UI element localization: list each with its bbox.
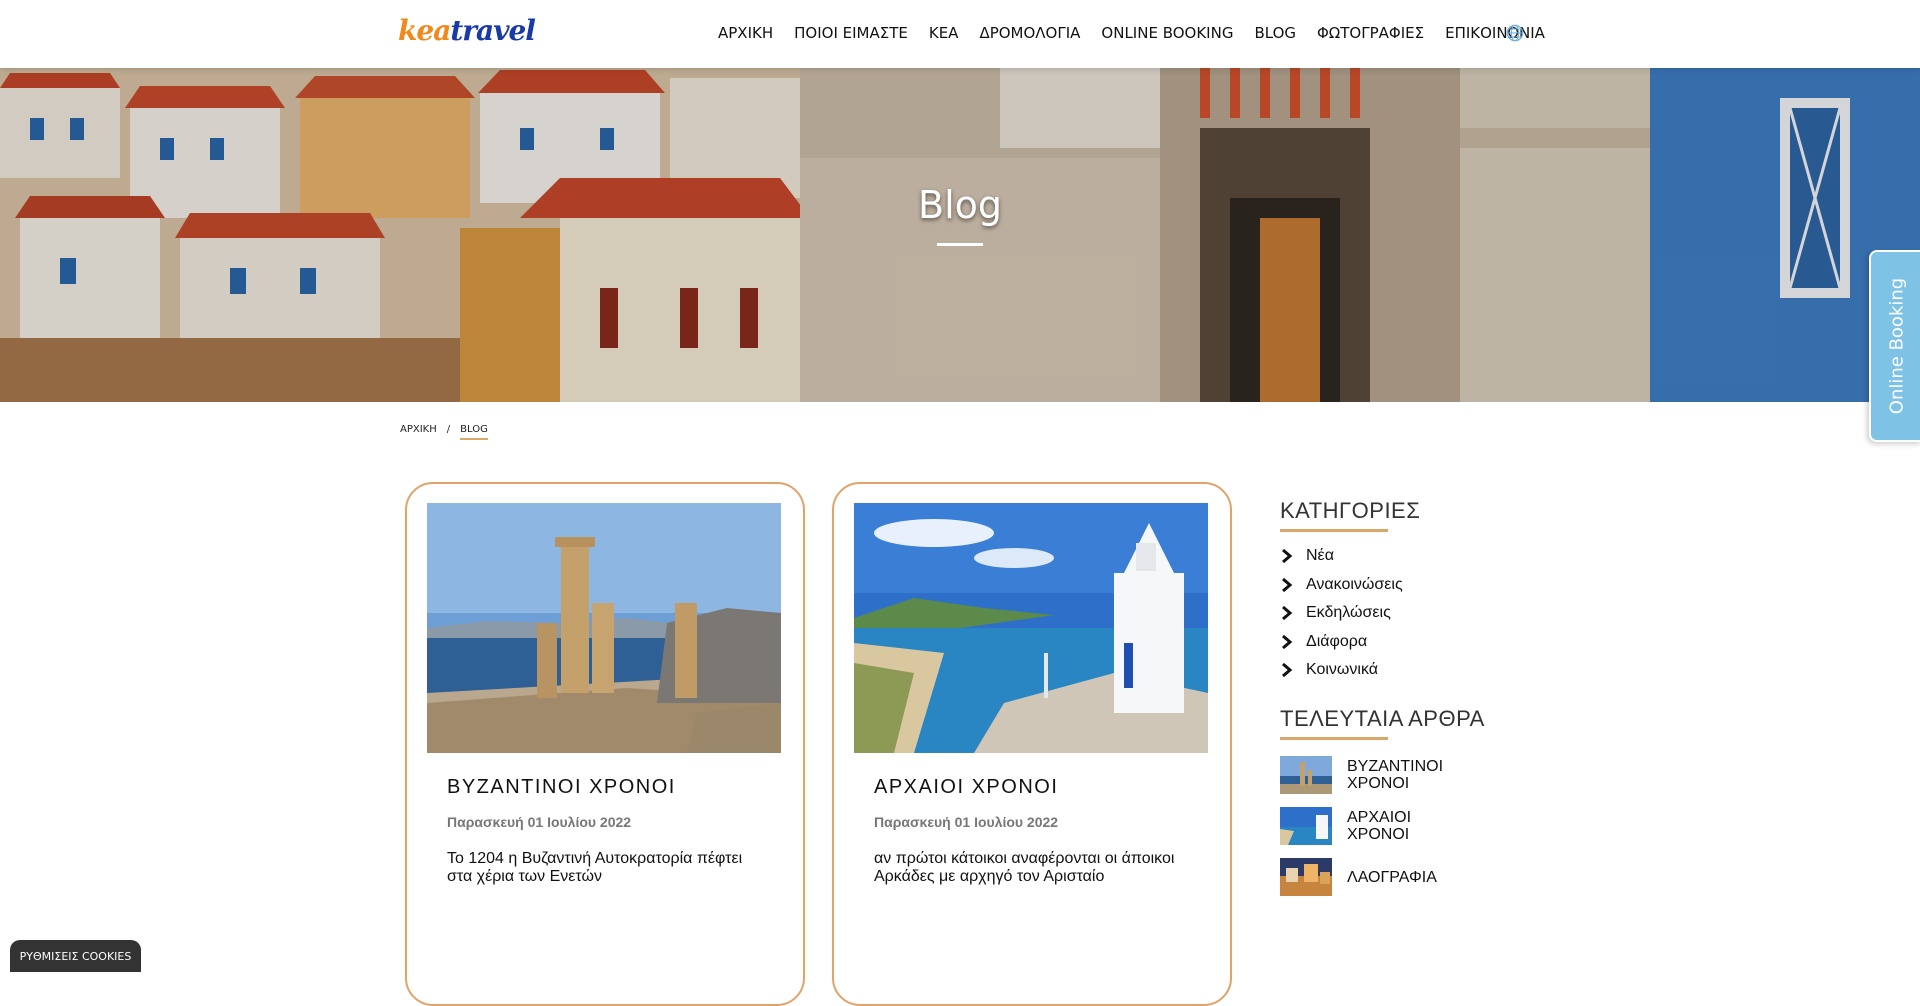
blog-card-excerpt: Το 1204 η Βυζαντινή Αυτοκρατορία πέφτει … bbox=[447, 850, 743, 885]
recent-article-thumbnail[interactable] bbox=[1280, 858, 1332, 896]
logo-travel: travel bbox=[450, 14, 536, 47]
category-label: Κοινωνικά bbox=[1306, 661, 1379, 678]
nav-item-blog[interactable]: BLOG bbox=[1254, 24, 1296, 42]
recent-article-item[interactable]: ΑΡΧΑΙΟΙ ΧΡΟΝΟΙ bbox=[1280, 807, 1477, 845]
nav-item-home[interactable]: ΑΡΧΙΚΗ bbox=[718, 24, 773, 42]
recent-articles-heading-underline bbox=[1280, 737, 1388, 740]
recent-article-title[interactable]: ΛΑΟΓΡΑΦΙΑ bbox=[1347, 869, 1477, 886]
category-item[interactable]: Εκδηλώσεις bbox=[1280, 604, 1391, 622]
recent-article-thumbnail[interactable] bbox=[1280, 807, 1332, 845]
breadcrumb: ΑΡΧΙΚΗ / BLOG bbox=[400, 424, 488, 440]
main-nav: ΑΡΧΙΚΗ ΠΟΙΟΙ ΕΙΜΑΣΤΕ ΚΕΑ ΔΡΟΜΟΛΟΓΙΑ ONLI… bbox=[718, 24, 1566, 42]
blog-card-ancient[interactable]: ΑΡΧΑΙΟΙ ΧΡΟΝΟΙ Παρασκευή 01 Ιουλίου 2022… bbox=[832, 482, 1232, 1006]
nav-item-kea[interactable]: ΚΕΑ bbox=[929, 24, 959, 42]
nav-item-online-booking[interactable]: ONLINE BOOKING bbox=[1101, 24, 1233, 42]
recent-article-title[interactable]: ΑΡΧΑΙΟΙ ΧΡΟΝΟΙ bbox=[1347, 809, 1477, 843]
categories-heading: ΚΑΤΗΓΟΡΙΕΣ bbox=[1280, 498, 1421, 523]
hero-banner: Blog bbox=[0, 68, 1920, 402]
nav-item-contact[interactable]: ΕΠΙΚΟΙΝΩΝΙΑ bbox=[1445, 24, 1545, 42]
chevron-right-icon bbox=[1282, 605, 1293, 621]
category-label: Εκδηλώσεις bbox=[1306, 604, 1391, 621]
online-booking-side-tab[interactable]: Online Booking bbox=[1869, 250, 1920, 442]
category-label: Ανακοινώσεις bbox=[1306, 576, 1403, 593]
breadcrumb-home[interactable]: ΑΡΧΙΚΗ bbox=[400, 424, 437, 440]
category-item[interactable]: Κοινωνικά bbox=[1280, 661, 1378, 679]
category-label: Διάφορα bbox=[1306, 633, 1368, 650]
logo-kea: kea bbox=[398, 14, 451, 47]
chevron-right-icon bbox=[1282, 577, 1293, 593]
recent-article-item[interactable]: ΒΥΖΑΝΤΙΝΟΙ ΧΡΟΝΟΙ bbox=[1280, 756, 1477, 794]
category-label: Νέα bbox=[1306, 547, 1334, 564]
blog-card-title[interactable]: ΑΡΧΑΙΟΙ ΧΡΟΝΟΙ bbox=[874, 776, 1058, 799]
category-item[interactable]: Νέα bbox=[1280, 547, 1334, 565]
globe-icon[interactable] bbox=[1506, 24, 1524, 42]
hero-title-underline bbox=[937, 243, 983, 246]
blog-card-image[interactable] bbox=[427, 503, 781, 753]
blog-card-image[interactable] bbox=[854, 503, 1208, 753]
nav-item-photos[interactable]: ΦΩΤΟΓΡΑΦΙΕΣ bbox=[1317, 24, 1424, 42]
recent-article-thumbnail[interactable] bbox=[1280, 756, 1332, 794]
blog-card-excerpt: αν πρώτοι κάτοικοι αναφέρονται οι άποικο… bbox=[874, 850, 1175, 885]
recent-articles-heading: ΤΕΛΕΥΤΑΙΑ ΑΡΘΡΑ bbox=[1280, 706, 1485, 731]
blog-card-byzantine[interactable]: ΒΥΖΑΝΤΙΝΟΙ ΧΡΟΝΟΙ Παρασκευή 01 Ιουλίου 2… bbox=[405, 482, 805, 1006]
recent-article-title[interactable]: ΒΥΖΑΝΤΙΝΟΙ ΧΡΟΝΟΙ bbox=[1347, 758, 1477, 792]
chevron-right-icon bbox=[1282, 662, 1293, 678]
site-logo[interactable]: keatravel bbox=[398, 14, 536, 47]
categories-heading-underline bbox=[1280, 529, 1388, 532]
hero-title: Blog bbox=[918, 183, 1002, 227]
breadcrumb-current: BLOG bbox=[460, 424, 488, 440]
category-item[interactable]: Ανακοινώσεις bbox=[1280, 576, 1403, 594]
recent-article-item[interactable]: ΛΑΟΓΡΑΦΙΑ bbox=[1280, 858, 1477, 896]
side-tab-label: Online Booking bbox=[1886, 277, 1907, 415]
site-header: keatravel ΑΡΧΙΚΗ ΠΟΙΟΙ ΕΙΜΑΣΤΕ ΚΕΑ ΔΡΟΜΟ… bbox=[0, 0, 1920, 68]
nav-item-routes[interactable]: ΔΡΟΜΟΛΟΓΙΑ bbox=[979, 24, 1080, 42]
chevron-right-icon bbox=[1282, 634, 1293, 650]
hero-background-image bbox=[0, 68, 1920, 402]
cookie-settings-button[interactable]: ΡΥΘΜΙΣΕΙΣ COOKIES bbox=[10, 940, 141, 972]
blog-card-date: Παρασκευή 01 Ιουλίου 2022 bbox=[447, 814, 632, 830]
chevron-right-icon bbox=[1282, 548, 1293, 564]
blog-card-title[interactable]: ΒΥΖΑΝΤΙΝΟΙ ΧΡΟΝΟΙ bbox=[447, 776, 676, 799]
breadcrumb-separator: / bbox=[446, 424, 451, 435]
blog-card-date: Παρασκευή 01 Ιουλίου 2022 bbox=[874, 814, 1059, 830]
nav-item-about[interactable]: ΠΟΙΟΙ ΕΙΜΑΣΤΕ bbox=[794, 24, 908, 42]
category-item[interactable]: Διάφορα bbox=[1280, 633, 1367, 651]
